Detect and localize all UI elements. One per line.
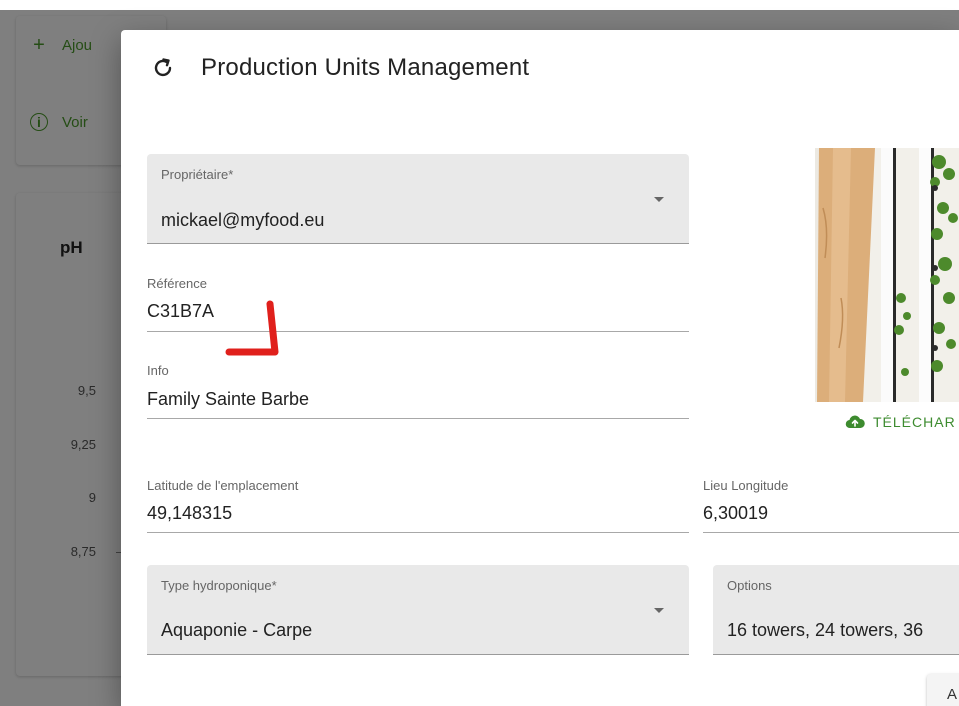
chevron-down-icon — [654, 197, 664, 202]
hydroponic-type-label: Type hydroponique* — [161, 578, 277, 593]
longitude-value: 6,30019 — [703, 503, 769, 523]
upload-photo-button[interactable]: TÉLÉCHAR — [845, 414, 956, 430]
latitude-field[interactable]: Latitude de l'emplacement 49,148315 — [147, 478, 689, 533]
refresh-icon[interactable] — [151, 56, 175, 80]
options-value: 16 towers, 24 towers, 36 — [727, 620, 924, 640]
options-label: Options — [727, 578, 772, 593]
hydroponic-type-select[interactable]: Type hydroponique* Aquaponie - Carpe — [147, 565, 689, 655]
reference-field[interactable]: Référence C31B7A — [147, 276, 689, 332]
hydroponic-type-value: Aquaponie - Carpe — [161, 620, 313, 640]
latitude-label: Latitude de l'emplacement — [147, 478, 299, 493]
dialog-header: Production Units Management — [151, 54, 529, 82]
options-select[interactable]: Options 16 towers, 24 towers, 36 — [713, 565, 959, 655]
dialog-title: Production Units Management — [201, 54, 530, 81]
owner-select[interactable]: Propriétaire* mickael@myfood.eu — [147, 154, 689, 244]
cloud-upload-icon — [845, 415, 865, 429]
latitude-value: 49,148315 — [147, 503, 233, 523]
owner-label: Propriétaire* — [161, 167, 234, 182]
longitude-field[interactable]: Lieu Longitude 6,30019 — [703, 478, 959, 533]
info-label: Info — [147, 363, 169, 378]
production-unit-photo — [815, 148, 959, 402]
longitude-label: Lieu Longitude — [703, 478, 789, 493]
top-band — [0, 0, 959, 10]
info-field[interactable]: Info Family Sainte Barbe — [147, 363, 689, 419]
production-units-dialog: Production Units Management Propriétaire… — [121, 30, 959, 706]
owner-value: mickael@myfood.eu — [161, 210, 325, 230]
dialog-action-button[interactable]: A — [927, 674, 959, 706]
info-value: Family Sainte Barbe — [147, 389, 310, 409]
reference-value: C31B7A — [147, 301, 215, 321]
reference-label: Référence — [147, 276, 207, 291]
chevron-down-icon — [654, 608, 664, 613]
upload-photo-label: TÉLÉCHAR — [873, 414, 956, 430]
